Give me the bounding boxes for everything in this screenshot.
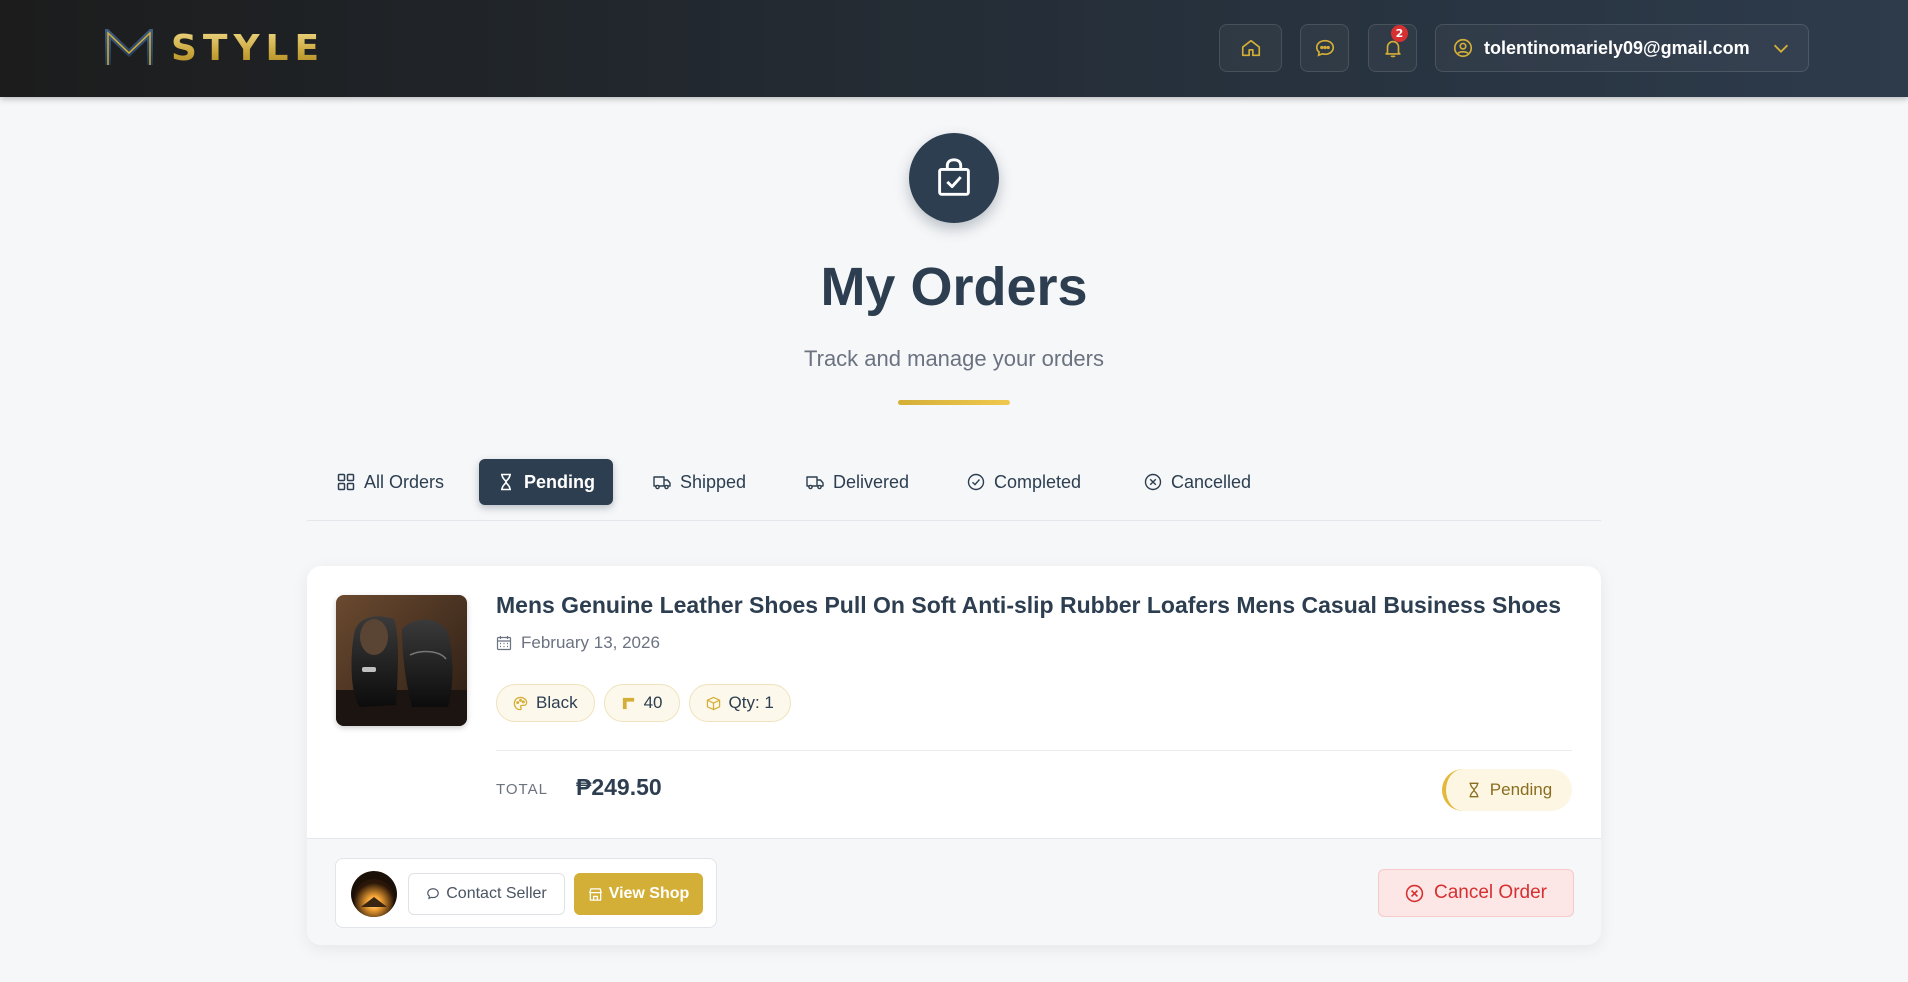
title-underline	[898, 400, 1010, 405]
tab-cancelled[interactable]: Cancelled	[1126, 459, 1269, 505]
grid-icon	[337, 473, 355, 491]
chat-icon	[427, 888, 440, 900]
chevron-down-icon	[1773, 44, 1789, 53]
tab-label: Completed	[994, 471, 1082, 492]
truck-icon	[653, 476, 671, 490]
size-chip: 40	[603, 684, 680, 722]
hourglass-icon	[501, 473, 511, 491]
tab-label: Pending	[524, 471, 595, 492]
calendar-icon	[496, 636, 512, 651]
tab-shipped[interactable]: Shipped	[635, 459, 764, 505]
contact-seller-label: Contact Seller	[446, 885, 547, 902]
user-menu-button[interactable]: tolentinomariely09@gmail.com	[1435, 24, 1809, 72]
seller-avatar[interactable]	[351, 871, 397, 917]
top-navbar: STYLE 2 tolentinomariely09@gmail.com	[0, 0, 1908, 97]
seller-panel: Contact Seller View Shop	[335, 858, 717, 928]
order-status-tabs: All Orders Pending Shipped Delivered Com…	[307, 459, 1601, 521]
home-icon	[1241, 39, 1260, 57]
variant-chips: Black 40 Qty: 1	[496, 684, 791, 722]
palette-icon	[513, 696, 528, 710]
status-badge: Pending	[1442, 769, 1572, 811]
page-subtitle: Track and manage your orders	[804, 346, 1104, 371]
hourglass-icon	[1469, 782, 1479, 798]
tab-label: Cancelled	[1171, 471, 1252, 492]
shopping-bag-check-icon	[909, 133, 999, 223]
size-value: 40	[643, 693, 663, 712]
user-circle-icon	[1453, 38, 1473, 58]
notification-badge: 2	[1391, 25, 1408, 42]
order-date: February 13, 2026	[496, 633, 660, 653]
quantity-chip: Qty: 1	[688, 684, 791, 722]
product-image[interactable]	[336, 595, 467, 726]
quantity-value: Qty: 1	[728, 693, 774, 712]
order-card: Mens Genuine Leather Shoes Pull On Soft …	[307, 566, 1601, 945]
tab-delivered[interactable]: Delivered	[788, 459, 927, 505]
tab-label: Shipped	[680, 471, 747, 492]
contact-seller-button[interactable]: Contact Seller	[408, 873, 565, 915]
cancel-order-button[interactable]: Cancel Order	[1378, 869, 1574, 917]
tab-completed[interactable]: Completed	[949, 459, 1099, 505]
tab-label: Delivered	[833, 471, 910, 492]
view-shop-label: View Shop	[608, 885, 690, 902]
brand-name: STYLE	[171, 28, 326, 69]
x-circle-icon	[1405, 884, 1424, 902]
tab-label: All Orders	[364, 471, 445, 492]
home-button[interactable]	[1219, 24, 1282, 72]
brand-logo[interactable]: STYLE	[105, 28, 325, 69]
user-email: tolentinomariely09@gmail.com	[1484, 37, 1750, 58]
box-icon	[706, 696, 720, 710]
order-date-text: February 13, 2026	[521, 633, 660, 652]
notifications-button[interactable]: 2	[1368, 24, 1417, 72]
view-shop-button[interactable]: View Shop	[574, 873, 703, 915]
order-card-footer: Contact Seller View Shop Cancel Order	[307, 838, 1601, 945]
color-chip: Black	[496, 684, 595, 722]
product-name[interactable]: Mens Genuine Leather Shoes Pull On Soft …	[496, 592, 1561, 619]
truck-icon	[806, 476, 824, 490]
tab-pending[interactable]: Pending	[479, 459, 613, 505]
cancel-order-label: Cancel Order	[1434, 882, 1547, 903]
total-amount: ₱249.50	[576, 774, 662, 800]
card-divider	[496, 750, 1572, 751]
color-value: Black	[536, 693, 578, 712]
chat-icon	[1315, 39, 1334, 57]
page-title: My Orders	[820, 257, 1088, 317]
tab-all-orders[interactable]: All Orders	[319, 459, 462, 505]
logo-m-icon	[105, 28, 153, 65]
store-icon	[588, 887, 602, 901]
status-text: Pending	[1489, 780, 1553, 799]
x-circle-icon	[1144, 473, 1162, 491]
messages-button[interactable]	[1300, 24, 1349, 72]
ruler-icon	[622, 697, 634, 709]
check-circle-icon	[967, 473, 985, 491]
total-label: TOTAL	[496, 781, 548, 798]
